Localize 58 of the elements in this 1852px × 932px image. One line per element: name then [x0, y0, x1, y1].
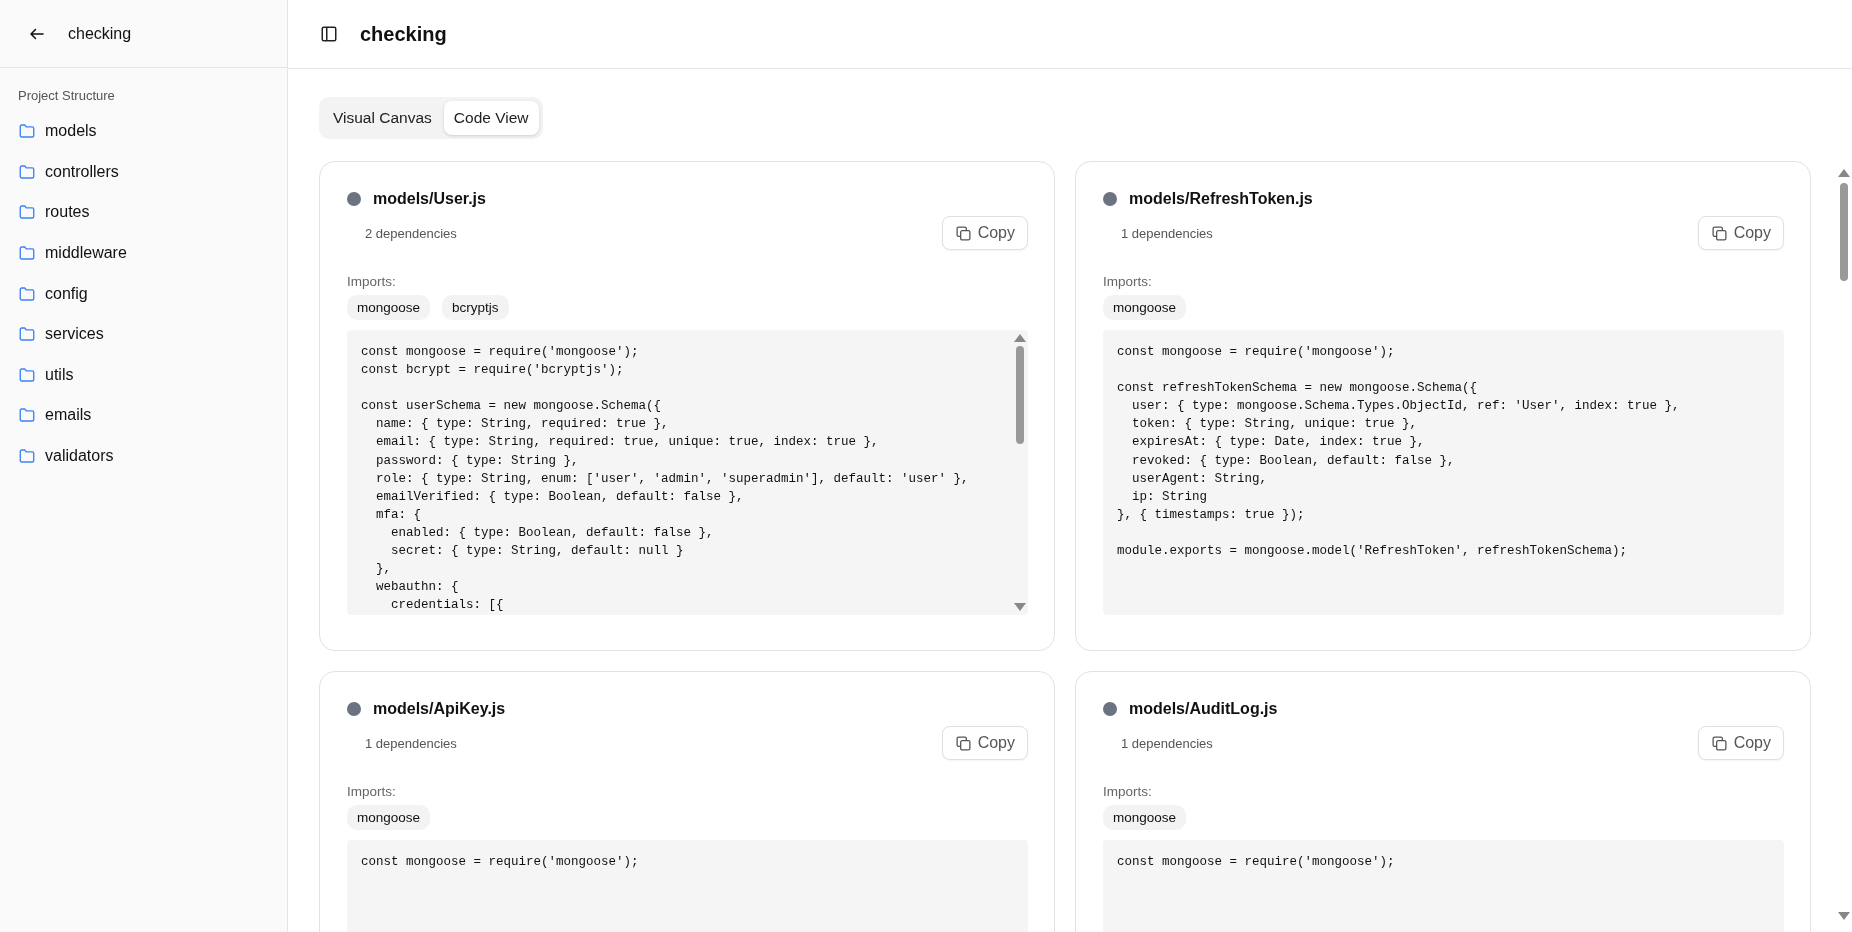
folder-item[interactable]: utils — [18, 354, 74, 396]
status-dot — [1103, 702, 1117, 716]
file-path: models/AuditLog.js — [1129, 700, 1278, 718]
section-label: Project Structure — [17, 87, 116, 105]
imports-label: Imports: — [1103, 784, 1153, 799]
page-title: checking — [360, 22, 447, 46]
folder-item[interactable]: models — [18, 111, 97, 152]
folder-icon — [18, 406, 36, 425]
import-tag: mongoose — [347, 805, 431, 830]
import-tag: mongoose — [347, 295, 431, 320]
folder-icon — [18, 325, 36, 344]
folder-icon — [18, 203, 36, 222]
status-dot — [347, 192, 361, 206]
folder-icon — [18, 162, 36, 181]
copy-icon — [1710, 224, 1728, 242]
import-tag: mongoose — [1103, 295, 1187, 320]
copy-button[interactable]: Copy — [1697, 726, 1784, 760]
view-tab[interactable]: Code View — [443, 101, 539, 135]
copy-icon — [954, 224, 972, 242]
imports-label: Imports: — [347, 274, 397, 289]
project-title: checking — [68, 24, 132, 43]
copy-button[interactable]: Copy — [941, 216, 1028, 250]
status-dot — [1103, 192, 1117, 206]
code-text: const mongoose = require('mongoose'); — [1116, 854, 1396, 871]
folder-icon — [18, 122, 36, 141]
code-text: const mongoose = require('mongoose'); const bcrypt = require('bcryptjs'); const userSchema = new mongoose.Schema({ name: { type: String, required: true }, email: { type: String, required: true, unique: true, index: true }, password: { type: String }, role: { type: String, enum: ['user', 'admin', 'superadmin'], default: 'user' }, emailVerified: { type: Boolean, default: false }, mfa: { enabled: { type: Boolean, default: false }, secret: { type: String, default: null } }, webauthn: { credentials: [{ — [360, 344, 970, 615]
dependency-count: 1 dependencies — [1121, 735, 1213, 751]
sidebar-toggle-button[interactable] — [320, 25, 338, 43]
dependency-count: 1 dependencies — [1121, 225, 1213, 241]
folder-item[interactable]: middleware — [18, 232, 127, 274]
copy-icon — [954, 734, 972, 752]
copy-icon — [1710, 734, 1728, 752]
folder-item[interactable]: emails — [18, 395, 92, 436]
folder-item[interactable]: config — [18, 273, 88, 314]
folder-item[interactable]: services — [18, 313, 104, 355]
folder-icon — [18, 365, 36, 384]
view-tab[interactable]: Visual Canvas — [323, 101, 442, 135]
dependency-count: 1 dependencies — [365, 735, 457, 751]
folder-icon — [18, 447, 36, 466]
code-text: const mongoose = require('mongoose'); — [360, 854, 640, 871]
folder-item[interactable]: routes — [18, 192, 90, 233]
import-tag: bcryptjs — [442, 295, 509, 320]
sidebar-toggle-icon — [320, 25, 338, 43]
imports-label: Imports: — [347, 784, 397, 799]
copy-button[interactable]: Copy — [941, 726, 1028, 760]
import-tag: mongoose — [1103, 805, 1187, 830]
folder-item[interactable]: validators — [18, 435, 114, 477]
imports-label: Imports: — [1103, 274, 1153, 289]
code-text: const mongoose = require('mongoose'); const refreshTokenSchema = new mongoose.Schema({ user: { type: mongoose.Schema.Types.ObjectId, ref: 'User', index: true }, token: { type: String, unique: true }, expiresAt: { type: Date, index: true }, revoked: { type: Boolean, default: false }, userAgent: String, ip: String }, { timestamps: true }); module.exports = mongoose.model('RefreshToken', refreshTokenSchema); — [1116, 344, 1681, 561]
file-path: models/ApiKey.js — [373, 700, 506, 718]
dependency-count: 2 dependencies — [365, 225, 457, 241]
copy-button[interactable]: Copy — [1697, 216, 1784, 250]
status-dot — [347, 702, 361, 716]
folder-icon — [18, 244, 36, 263]
folder-icon — [18, 284, 36, 303]
folder-item[interactable]: controllers — [18, 151, 119, 193]
file-path: models/RefreshToken.js — [1129, 190, 1313, 208]
file-path: models/User.js — [373, 190, 486, 208]
